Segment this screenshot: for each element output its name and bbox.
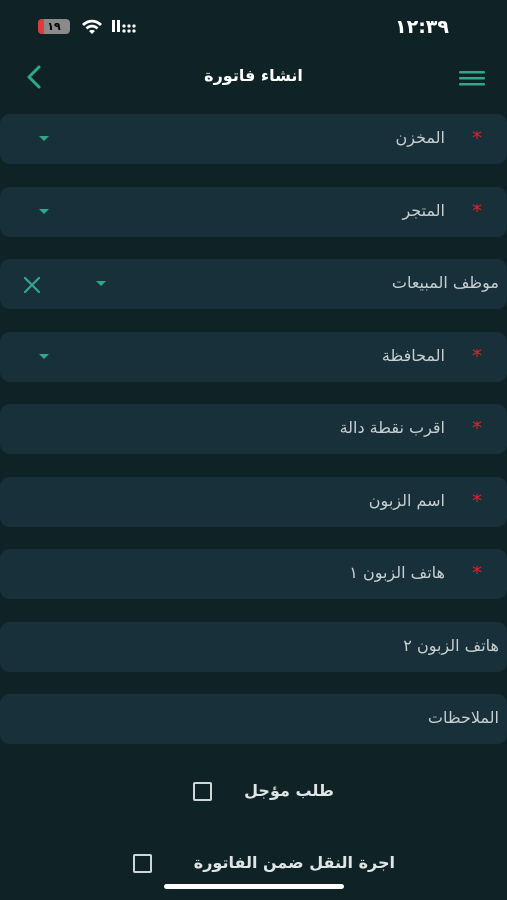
- customer-phone-2-placeholder: هاتف الزبون ٢: [403, 636, 499, 655]
- customer-name-input[interactable]: * اسم الزبون: [0, 477, 507, 527]
- svg-text:*: *: [472, 421, 482, 435]
- warehouse-select[interactable]: * المخزن: [0, 114, 507, 164]
- svg-text:*: *: [472, 131, 482, 145]
- governorate-select[interactable]: * المحافظة: [0, 332, 507, 382]
- dropdown-caret-icon: [39, 354, 49, 359]
- clear-x-icon[interactable]: [22, 275, 42, 295]
- required-asterisk-icon: *: [472, 131, 482, 145]
- home-indicator: [164, 884, 344, 889]
- notes-input[interactable]: الملاحظات: [0, 694, 507, 744]
- required-asterisk-icon: *: [472, 421, 482, 435]
- wifi-icon: [82, 19, 102, 34]
- sales-employee-label: موظف المبيعات: [391, 273, 499, 292]
- battery-percentage: ١٩: [47, 20, 61, 33]
- notes-placeholder: الملاحظات: [427, 708, 499, 727]
- landmark-input[interactable]: * اقرب نقطة دالة: [0, 404, 507, 454]
- governorate-label: المحافظة: [381, 346, 445, 365]
- status-bar: ١٩ ١٢:٣٩: [0, 0, 507, 56]
- required-asterisk-icon: *: [472, 204, 482, 218]
- customer-name-placeholder: اسم الزبون: [368, 491, 445, 510]
- deferred-order-label: طلب مؤجل: [244, 781, 334, 800]
- signal-icon: [112, 20, 136, 33]
- warehouse-label: المخزن: [395, 128, 445, 147]
- svg-text:*: *: [472, 349, 482, 363]
- page-title: انشاء فاتورة: [204, 66, 303, 85]
- landmark-placeholder: اقرب نقطة دالة: [339, 418, 445, 437]
- hamburger-menu-icon[interactable]: [459, 68, 485, 88]
- store-select[interactable]: * المتجر: [0, 187, 507, 237]
- required-asterisk-icon: *: [472, 349, 482, 363]
- delivery-fee-label: اجرة النقل ضمن الفاتورة: [193, 853, 395, 872]
- delivery-fee-checkbox[interactable]: [133, 854, 152, 873]
- dropdown-caret-icon: [39, 209, 49, 214]
- deferred-order-option[interactable]: طلب مؤجل: [0, 777, 507, 807]
- deferred-order-checkbox[interactable]: [193, 782, 212, 801]
- required-asterisk-icon: *: [472, 566, 482, 580]
- delivery-fee-option[interactable]: اجرة النقل ضمن الفاتورة: [0, 849, 507, 879]
- store-label: المتجر: [402, 201, 445, 220]
- dropdown-caret-icon: [96, 281, 106, 286]
- customer-phone-1-input[interactable]: * هاتف الزبون ١: [0, 549, 507, 599]
- svg-text:*: *: [472, 204, 482, 218]
- svg-text:*: *: [472, 494, 482, 508]
- svg-text:*: *: [472, 566, 482, 580]
- customer-phone-2-input[interactable]: هاتف الزبون ٢: [0, 622, 507, 672]
- required-asterisk-icon: *: [472, 494, 482, 508]
- dropdown-caret-icon: [39, 136, 49, 141]
- customer-phone-1-placeholder: هاتف الزبون ١: [349, 563, 445, 582]
- status-time: ١٢:٣٩: [395, 16, 449, 38]
- battery-icon: ١٩: [38, 19, 70, 34]
- sales-employee-select[interactable]: موظف المبيعات: [0, 259, 507, 309]
- nav-bar: انشاء فاتورة: [0, 56, 507, 100]
